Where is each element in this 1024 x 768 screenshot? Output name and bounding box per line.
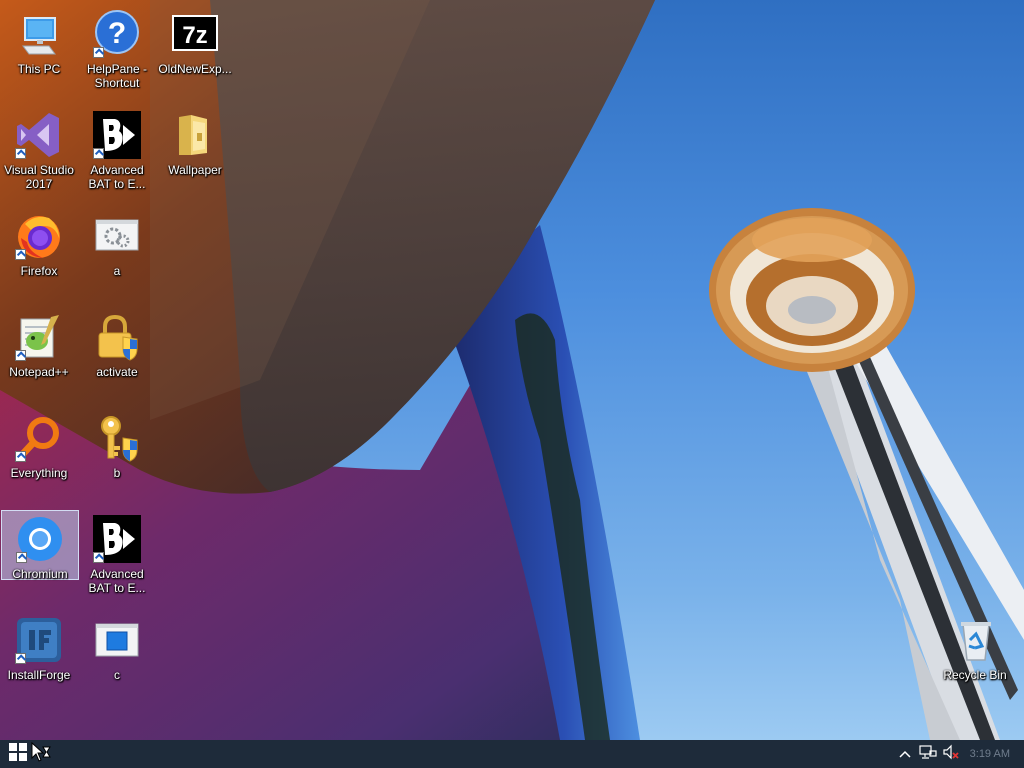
help-icon: ? bbox=[93, 10, 141, 58]
system-tray: 3:19 AM bbox=[894, 740, 1024, 768]
network-button[interactable] bbox=[916, 740, 940, 768]
shortcut-arrow-icon bbox=[15, 148, 26, 159]
7zip-icon: 7z bbox=[171, 10, 219, 58]
desktop-icon-label: activate bbox=[96, 365, 138, 379]
volume-muted-icon bbox=[942, 744, 960, 765]
bat-to-exe-icon bbox=[93, 515, 141, 563]
clock-button[interactable]: 3:19 AM bbox=[962, 740, 1024, 768]
desktop-icon-label: c bbox=[114, 668, 120, 682]
desktop-icon-label: Firefox bbox=[20, 264, 58, 278]
recycle-bin-icon bbox=[951, 616, 999, 664]
volume-button[interactable] bbox=[940, 740, 962, 768]
desktop-icon-notepad-plus-plus[interactable]: Notepad++ bbox=[0, 309, 78, 397]
shortcut-arrow-icon bbox=[15, 653, 26, 664]
desktop-icon-this-pc[interactable]: This PC bbox=[0, 6, 78, 94]
shortcut-arrow-icon bbox=[15, 350, 26, 361]
taskbar-clock: 3:19 AM bbox=[969, 748, 1010, 760]
shortcut-arrow-icon bbox=[93, 47, 104, 58]
shortcut-arrow-icon bbox=[15, 249, 26, 260]
desktop-icon-c[interactable]: c bbox=[78, 612, 156, 700]
desktop-icon-a[interactable]: a bbox=[78, 208, 156, 296]
chromium-icon bbox=[16, 515, 64, 563]
desktop-icon-label: Wallpaper bbox=[168, 163, 222, 177]
chevron-up-icon bbox=[899, 745, 911, 763]
7zip-text: 7z bbox=[182, 22, 207, 49]
busy-cursor-icon bbox=[30, 741, 52, 768]
shortcut-arrow-icon bbox=[93, 148, 104, 159]
desktop-icon-chromium[interactable]: Chromium bbox=[1, 510, 79, 581]
desktop-icon-visual-studio[interactable]: Visual Studio 2017 bbox=[0, 107, 78, 195]
taskbar: 3:19 AM bbox=[0, 740, 1024, 768]
computer-icon bbox=[15, 10, 63, 58]
key-shield-icon bbox=[93, 414, 141, 462]
desktop-icon-label: Everything bbox=[10, 466, 68, 480]
notepad-plus-plus-icon bbox=[15, 313, 63, 361]
svg-text:?: ? bbox=[108, 17, 126, 50]
desktop-icon-label: HelpPane - Shortcut bbox=[86, 62, 148, 90]
desktop-icon-label: Advanced BAT to E... bbox=[88, 567, 146, 595]
desktop-icon-label: a bbox=[113, 264, 121, 278]
shortcut-arrow-icon bbox=[93, 552, 104, 563]
desktop-icon-advanced-bat-1[interactable]: Advanced BAT to E... bbox=[78, 107, 156, 195]
desktop-icon-label: Notepad++ bbox=[9, 365, 69, 379]
desktop-icon-label: Visual Studio 2017 bbox=[4, 163, 74, 191]
desktop-icon-label: OldNewExp... bbox=[158, 62, 232, 76]
desktop-icon-label: Recycle Bin bbox=[943, 668, 1007, 682]
desktop-icon-everything[interactable]: Everything bbox=[0, 410, 78, 498]
desktop-icon-firefox[interactable]: Firefox bbox=[0, 208, 78, 296]
folder-icon bbox=[171, 111, 219, 159]
desktop-icon-activate[interactable]: activate bbox=[78, 309, 156, 397]
installforge-icon bbox=[15, 616, 63, 664]
show-hidden-icons-button[interactable] bbox=[894, 740, 916, 768]
desktop-icon-b[interactable]: b bbox=[78, 410, 156, 498]
windows-logo-icon bbox=[9, 742, 27, 766]
window-file-icon bbox=[93, 616, 141, 664]
desktop-icon-label: Advanced BAT to E... bbox=[88, 163, 146, 191]
desktop-icon-oldnewexp[interactable]: 7z OldNewExp... bbox=[156, 6, 234, 94]
network-icon bbox=[919, 744, 937, 765]
desktop-icon-label: This PC bbox=[17, 62, 61, 76]
firefox-icon bbox=[15, 212, 63, 260]
lock-shield-icon bbox=[93, 313, 141, 361]
desktop-icon-label: b bbox=[113, 466, 121, 480]
visual-studio-icon bbox=[15, 111, 63, 159]
desktop-icon-installforge[interactable]: InstallForge bbox=[0, 612, 78, 700]
desktop-icon-wallpaper[interactable]: Wallpaper bbox=[156, 107, 234, 195]
desktop-icon-label: InstallForge bbox=[7, 668, 71, 682]
bat-to-exe-icon bbox=[93, 111, 141, 159]
desktop-icon-label: Chromium bbox=[12, 567, 68, 581]
desktop-icon-helppane[interactable]: ? HelpPane - Shortcut bbox=[78, 6, 156, 94]
shortcut-arrow-icon bbox=[15, 451, 26, 462]
shortcut-arrow-icon bbox=[16, 552, 27, 563]
magnifier-icon bbox=[15, 414, 63, 462]
desktop-icon-advanced-bat-2[interactable]: Advanced BAT to E... bbox=[78, 511, 156, 599]
settings-file-icon bbox=[93, 212, 141, 260]
desktop-icon-recycle-bin[interactable]: Recycle Bin bbox=[936, 612, 1014, 700]
